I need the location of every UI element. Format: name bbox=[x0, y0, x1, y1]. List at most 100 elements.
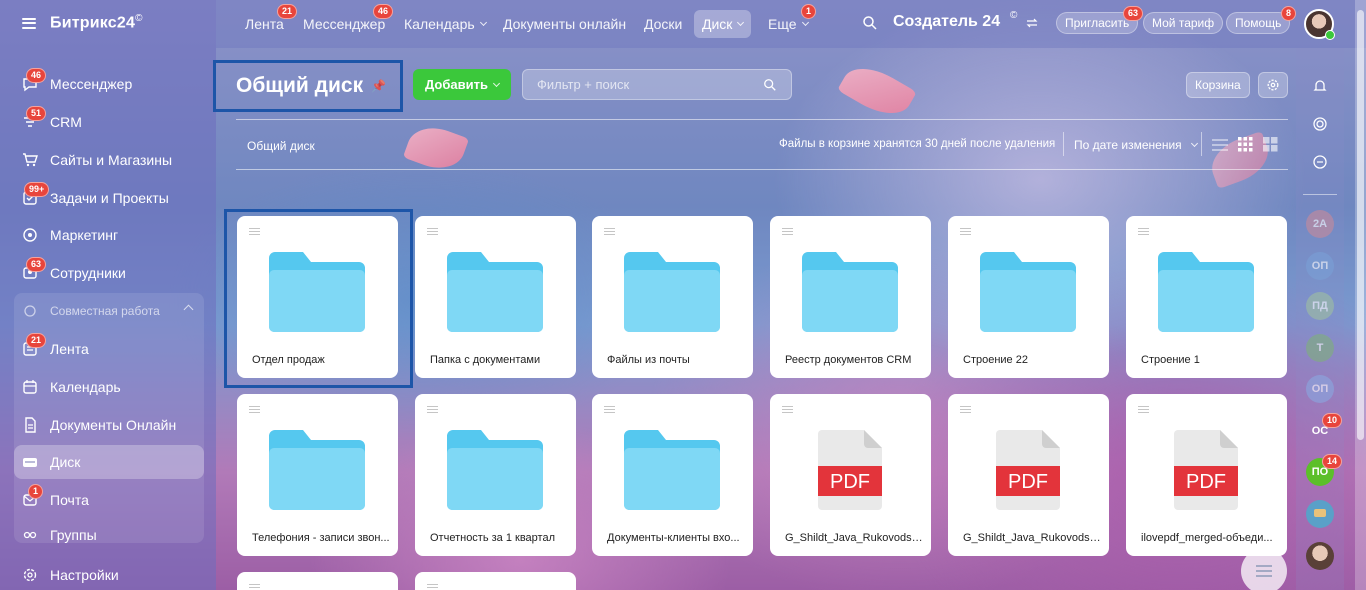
folder-tile[interactable]: Строение 1 bbox=[1126, 216, 1287, 378]
drag-handle-icon[interactable] bbox=[604, 228, 615, 235]
topnav-feed[interactable]: Лента 21 bbox=[237, 4, 298, 38]
sidebar-group-title[interactable]: Совместная работа bbox=[14, 295, 204, 327]
chat-avatar[interactable]: ПД bbox=[1306, 292, 1334, 320]
topnav-calendar[interactable]: Календарь bbox=[396, 10, 494, 38]
sort-dropdown[interactable]: По дате изменения bbox=[1074, 138, 1198, 152]
topnav-documents[interactable]: Документы онлайн bbox=[495, 10, 634, 38]
file-name[interactable]: Документы-клиенты вхо... bbox=[607, 532, 747, 544]
sidebar-item-crm[interactable]: 51 CRM bbox=[14, 105, 204, 139]
sidebar-item-label: Лента bbox=[50, 341, 89, 357]
sidebar-item-disk[interactable]: Диск bbox=[14, 445, 204, 479]
chat-bubble-icon[interactable] bbox=[1306, 148, 1334, 176]
topnav-more[interactable]: Еще 1 bbox=[760, 4, 817, 38]
sidebar-item-label: Маркетинг bbox=[50, 227, 119, 243]
chevron-up-icon[interactable] bbox=[183, 304, 194, 315]
help-button[interactable]: Помощь 8 bbox=[1226, 6, 1297, 34]
chat-avatar[interactable] bbox=[1306, 500, 1334, 528]
chat-initials: ПД bbox=[1312, 300, 1328, 312]
file-name[interactable]: Телефония - записи звон... bbox=[252, 532, 392, 544]
file-name[interactable]: Отчетность за 1 квартал bbox=[430, 532, 570, 544]
chat-list-button[interactable] bbox=[1241, 548, 1287, 590]
file-name[interactable]: G_Shildt_Java_Rukovodstv... bbox=[963, 532, 1103, 544]
search-icon[interactable] bbox=[862, 15, 878, 36]
topnav-boards[interactable]: Доски bbox=[636, 10, 690, 38]
drag-handle-icon[interactable] bbox=[1138, 406, 1149, 413]
large-tiles-icon[interactable] bbox=[1263, 137, 1278, 157]
copilot-icon[interactable] bbox=[1306, 110, 1334, 138]
file-name[interactable]: Папка с документами bbox=[430, 354, 570, 366]
chat-avatar[interactable]: ОП bbox=[1306, 375, 1334, 403]
sidebar-item-employees[interactable]: 63 Сотрудники bbox=[14, 256, 204, 290]
scrollbar-thumb[interactable] bbox=[1357, 10, 1364, 440]
avatar[interactable] bbox=[1304, 9, 1335, 40]
file-tile[interactable] bbox=[415, 572, 576, 590]
pdf-file-tile[interactable]: PDF G_Shildt_Java_Rukovodstv... bbox=[770, 394, 931, 556]
bell-icon[interactable] bbox=[1306, 72, 1334, 100]
drag-handle-icon[interactable] bbox=[249, 406, 260, 413]
chat-avatar[interactable] bbox=[1306, 542, 1334, 570]
file-name[interactable]: Реестр документов CRM bbox=[785, 354, 925, 366]
search-icon[interactable] bbox=[763, 78, 777, 97]
portal-title[interactable]: Создатель 24 bbox=[893, 13, 1000, 31]
folder-tile[interactable]: Телефония - записи звон... bbox=[237, 394, 398, 556]
file-tile[interactable] bbox=[237, 572, 398, 590]
settings-button[interactable] bbox=[1258, 72, 1288, 98]
drag-handle-icon[interactable] bbox=[1138, 228, 1149, 235]
pdf-file-tile[interactable]: PDF ilovepdf_merged-объеди... bbox=[1126, 394, 1287, 556]
drag-handle-icon[interactable] bbox=[782, 406, 793, 413]
sidebar-item-feed[interactable]: 21 Лента bbox=[14, 332, 204, 366]
chat-avatar[interactable]: ОП bbox=[1306, 252, 1334, 280]
drag-handle-icon[interactable] bbox=[604, 406, 615, 413]
file-name[interactable]: Файлы из почты bbox=[607, 354, 747, 366]
file-name[interactable]: ilovepdf_merged-объеди... bbox=[1141, 532, 1281, 544]
drag-handle-icon[interactable] bbox=[960, 228, 971, 235]
pdf-file-tile[interactable]: PDF G_Shildt_Java_Rukovodstv... bbox=[948, 394, 1109, 556]
invite-badge: 63 bbox=[1123, 6, 1144, 21]
file-name[interactable]: Строение 22 bbox=[963, 354, 1103, 366]
chat-avatar[interactable]: Т bbox=[1306, 334, 1334, 362]
sidebar-item-tasks[interactable]: 99+ Задачи и Проекты bbox=[14, 181, 204, 215]
sidebar-header: Битрикс24© bbox=[0, 0, 216, 46]
menu-icon[interactable] bbox=[22, 17, 36, 29]
scrollbar[interactable] bbox=[1355, 0, 1366, 590]
file-name[interactable]: Строение 1 bbox=[1141, 354, 1281, 366]
add-button[interactable]: Добавить bbox=[413, 69, 511, 100]
drag-handle-icon[interactable] bbox=[427, 584, 438, 590]
pin-icon[interactable]: 📌 bbox=[371, 79, 386, 93]
folder-tile[interactable]: Строение 22 bbox=[948, 216, 1109, 378]
chat-avatar[interactable]: ОС 10 bbox=[1306, 413, 1343, 445]
breadcrumb[interactable]: Общий диск bbox=[247, 139, 315, 153]
app-logo[interactable]: Битрикс24© bbox=[50, 13, 143, 32]
swap-icon[interactable] bbox=[1026, 16, 1038, 34]
list-view-icon[interactable] bbox=[1212, 138, 1228, 157]
drag-handle-icon[interactable] bbox=[249, 584, 260, 590]
chat-avatar[interactable]: ПО 14 bbox=[1306, 454, 1343, 486]
search-input[interactable] bbox=[537, 77, 757, 92]
sidebar-item-messenger[interactable]: 46 Мессенджер bbox=[14, 67, 204, 101]
file-name[interactable]: G_Shildt_Java_Rukovodstv... bbox=[785, 532, 925, 544]
invite-button[interactable]: Пригласить 63 bbox=[1056, 6, 1144, 34]
drag-handle-icon[interactable] bbox=[427, 406, 438, 413]
tariff-button[interactable]: Мой тариф bbox=[1143, 12, 1224, 34]
folder-tile[interactable]: Отчетность за 1 квартал bbox=[415, 394, 576, 556]
chat-avatar[interactable]: 2A bbox=[1306, 210, 1334, 238]
grid-view-icon[interactable] bbox=[1238, 137, 1253, 157]
topnav-disk[interactable]: Диск bbox=[694, 10, 752, 38]
folder-tile[interactable]: Документы-клиенты вхо... bbox=[592, 394, 753, 556]
sidebar-item-calendar[interactable]: Календарь bbox=[14, 370, 204, 404]
sidebar-item-settings[interactable]: Настройки bbox=[14, 558, 204, 590]
topnav-messenger[interactable]: Мессенджер 46 bbox=[295, 4, 394, 38]
folder-tile[interactable]: Папка с документами bbox=[415, 216, 576, 378]
sidebar-item-groups[interactable]: Группы bbox=[14, 521, 204, 543]
trash-button[interactable]: Корзина bbox=[1186, 72, 1250, 98]
page-title-text: Общий диск bbox=[236, 74, 364, 97]
sidebar-item-mail[interactable]: 1 Почта bbox=[14, 483, 204, 517]
sidebar-item-documents[interactable]: Документы Онлайн bbox=[14, 408, 204, 442]
sidebar-item-sites[interactable]: Сайты и Магазины bbox=[14, 143, 204, 177]
drag-handle-icon[interactable] bbox=[427, 228, 438, 235]
sidebar-item-marketing[interactable]: Маркетинг bbox=[14, 218, 204, 252]
drag-handle-icon[interactable] bbox=[782, 228, 793, 235]
folder-tile[interactable]: Реестр документов CRM bbox=[770, 216, 931, 378]
folder-tile[interactable]: Файлы из почты bbox=[592, 216, 753, 378]
drag-handle-icon[interactable] bbox=[960, 406, 971, 413]
